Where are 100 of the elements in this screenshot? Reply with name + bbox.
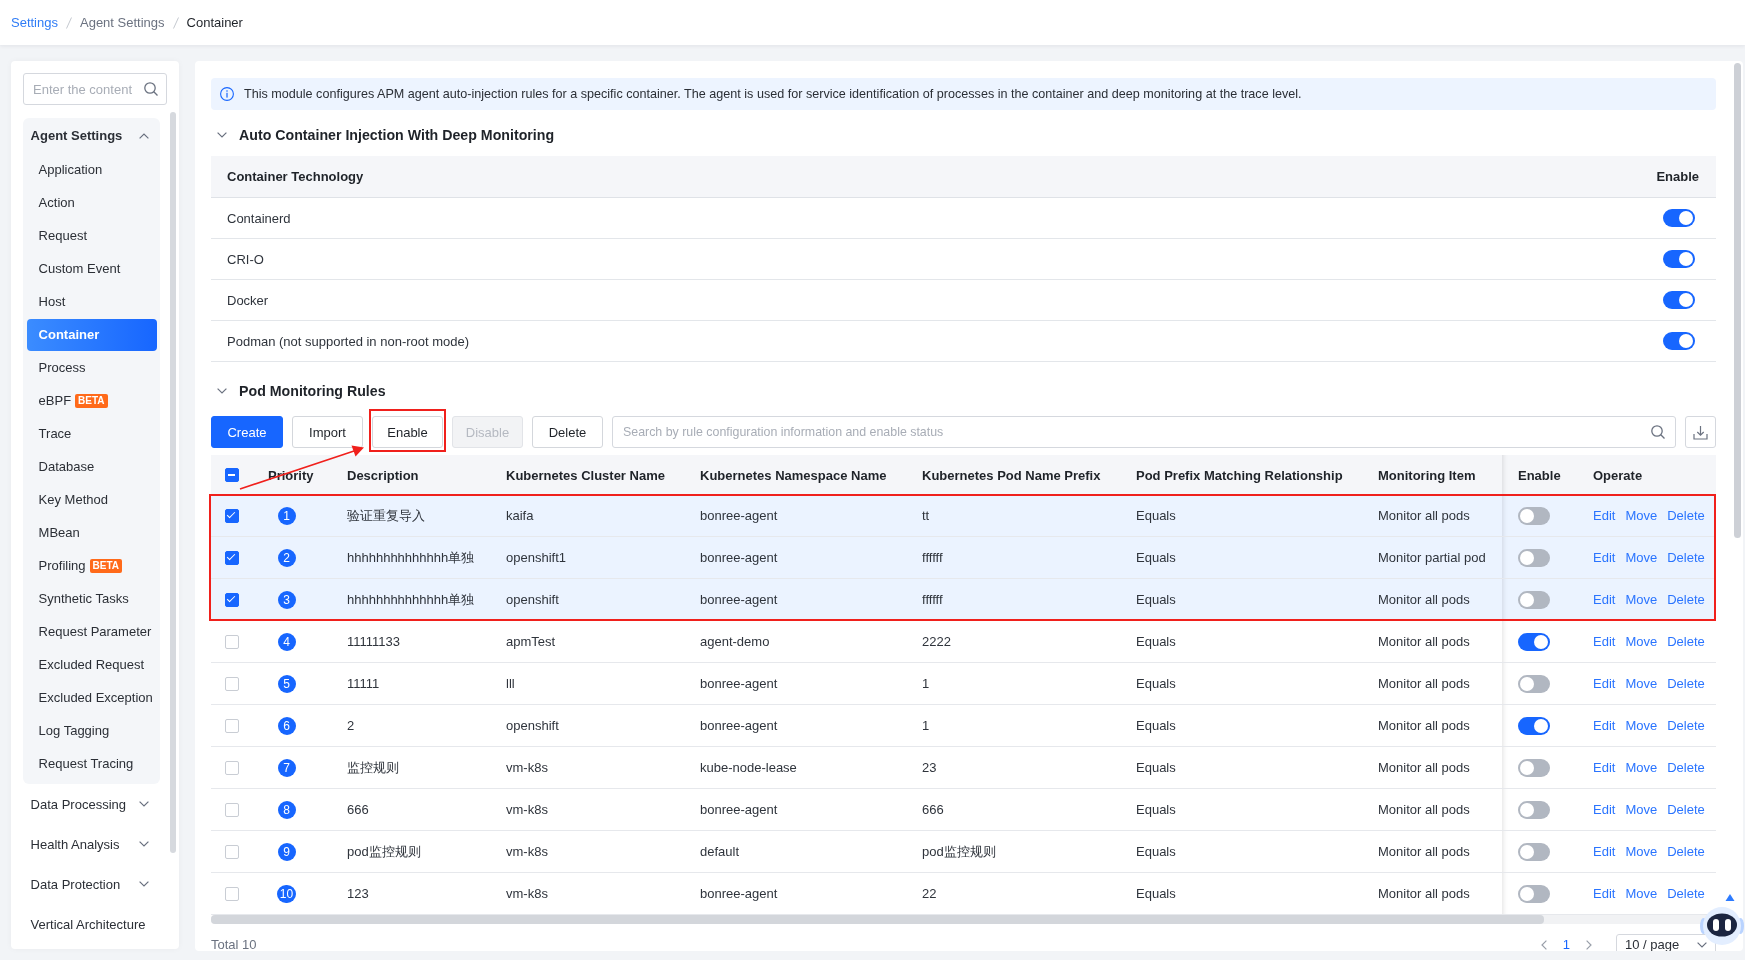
delete-link[interactable]: Delete <box>1667 550 1705 565</box>
chevron-left-icon[interactable] <box>1540 939 1547 950</box>
sidebar-item[interactable]: Excluded Request <box>27 648 157 681</box>
sidebar-group-header[interactable]: Health Analysis <box>23 824 160 864</box>
sidebar-item[interactable]: Container <box>27 318 157 351</box>
toggle-switch[interactable] <box>1663 332 1695 350</box>
delete-link[interactable]: Delete <box>1667 886 1705 901</box>
page-number[interactable]: 1 <box>1562 937 1570 951</box>
toggle-switch[interactable] <box>1518 590 1550 609</box>
toggle-switch[interactable] <box>1518 758 1550 777</box>
sidebar-group-header[interactable]: Data Processing <box>23 784 160 824</box>
move-link[interactable]: Move <box>1625 550 1658 565</box>
sidebar-item[interactable]: eBPF BETA <box>27 384 157 417</box>
sidebar-item[interactable]: Database <box>27 450 157 483</box>
delete-link[interactable]: Delete <box>1667 676 1705 691</box>
table-cell-text: apmTest <box>505 633 557 651</box>
search-field[interactable]: Enter the content <box>23 73 167 105</box>
row-checkbox[interactable] <box>224 550 239 565</box>
row-checkbox[interactable] <box>224 508 239 523</box>
sidebar-item[interactable]: Log Tagging <box>27 714 157 747</box>
create-button[interactable]: Create <box>211 416 283 448</box>
scrollbar-thumb[interactable] <box>1734 63 1741 538</box>
sidebar-item[interactable]: Excluded Exception <box>27 681 157 714</box>
delete-link[interactable]: Delete <box>1667 844 1705 859</box>
sidebar-item[interactable]: Synthetic Tasks <box>27 582 157 615</box>
search-icon[interactable] <box>144 82 158 96</box>
delete-link[interactable]: Delete <box>1667 634 1705 649</box>
table-cell-text: Equals <box>1135 717 1177 735</box>
toggle-switch[interactable] <box>1518 884 1550 903</box>
sidebar-item[interactable]: Vertical Architecture <box>23 904 160 944</box>
breadcrumb-link[interactable]: Settings <box>11 15 58 30</box>
toggle-switch[interactable] <box>1518 506 1550 525</box>
sidebar-item[interactable]: Request Parameter <box>27 615 157 648</box>
row-checkbox[interactable] <box>224 592 239 607</box>
sidebar-item[interactable]: Host <box>27 285 157 318</box>
move-link[interactable]: Move <box>1625 676 1658 691</box>
delete-link[interactable]: Delete <box>1667 760 1705 775</box>
table-cell-text: 11111 <box>346 675 381 693</box>
search-field[interactable]: Search by rule configuration information and enable status <box>612 416 1676 448</box>
scrollbar-thumb[interactable] <box>170 112 176 853</box>
sidebar-group-header[interactable]: Agent Settings <box>27 118 157 153</box>
delete-button[interactable]: Delete <box>532 416 603 448</box>
toggle-switch[interactable] <box>1663 291 1695 309</box>
search-icon[interactable] <box>1651 425 1665 439</box>
edit-link[interactable]: Edit <box>1593 802 1616 817</box>
toggle-switch[interactable] <box>1518 716 1550 735</box>
edit-link[interactable]: Edit <box>1593 634 1616 649</box>
edit-link[interactable]: Edit <box>1593 718 1616 733</box>
table-cell-text: Equals <box>1135 801 1177 819</box>
toggle-switch[interactable] <box>1518 548 1550 567</box>
delete-link[interactable]: Delete <box>1667 718 1705 733</box>
edit-link[interactable]: Edit <box>1593 760 1616 775</box>
scrollbar-thumb[interactable] <box>211 915 1544 924</box>
chevron-right-icon[interactable] <box>1586 939 1592 950</box>
sidebar-item[interactable]: Process <box>27 351 157 384</box>
move-link[interactable]: Move <box>1625 508 1658 523</box>
sidebar-item[interactable]: Application <box>27 153 157 186</box>
sidebar-item[interactable]: Request Tracing <box>27 747 157 780</box>
import-button[interactable]: Import <box>292 416 363 448</box>
sidebar-item[interactable]: Request <box>27 219 157 252</box>
delete-link[interactable]: Delete <box>1667 802 1705 817</box>
edit-link[interactable]: Edit <box>1593 886 1616 901</box>
move-link[interactable]: Move <box>1625 634 1658 649</box>
edit-link[interactable]: Edit <box>1593 550 1616 565</box>
edit-link[interactable]: Edit <box>1593 844 1616 859</box>
sidebar-item[interactable]: MBean <box>27 516 157 549</box>
table-cell-text: Monitor all pods <box>1377 717 1471 735</box>
sidebar-item[interactable]: Action <box>27 186 157 219</box>
sidebar-item[interactable]: Profiling BETA <box>27 549 157 582</box>
delete-link[interactable]: Delete <box>1667 508 1705 523</box>
edit-link[interactable]: Edit <box>1593 676 1616 691</box>
toggle-switch[interactable] <box>1663 209 1695 227</box>
table-cell-text: bonree-agent <box>699 549 779 567</box>
toggle-switch[interactable] <box>1663 250 1695 268</box>
sidebar-item[interactable]: Key Method <box>27 483 157 516</box>
move-link[interactable]: Move <box>1625 802 1658 817</box>
edit-link[interactable]: Edit <box>1593 508 1616 523</box>
move-link[interactable]: Move <box>1625 718 1658 733</box>
toggle-switch[interactable] <box>1518 674 1550 693</box>
delete-link[interactable]: Delete <box>1667 592 1705 607</box>
move-link[interactable]: Move <box>1625 592 1658 607</box>
sidebar-item[interactable]: Trace <box>27 417 157 450</box>
table-cell-text: vm-k8s <box>505 801 549 819</box>
enable-button[interactable]: Enable <box>372 416 443 448</box>
breadcrumb-link[interactable]: Agent Settings <box>80 15 165 30</box>
select-all-checkbox[interactable] <box>224 468 239 482</box>
download-button[interactable] <box>1685 416 1716 448</box>
chevron-down-icon[interactable] <box>217 132 227 138</box>
toggle-switch[interactable] <box>1518 842 1550 861</box>
move-link[interactable]: Move <box>1625 844 1658 859</box>
sidebar-group-header[interactable]: Data Protection <box>23 864 160 904</box>
toggle-switch[interactable] <box>1518 800 1550 819</box>
move-link[interactable]: Move <box>1625 760 1658 775</box>
chevron-down-icon[interactable] <box>217 388 227 394</box>
table-cell-text: bonree-agent <box>699 717 779 735</box>
sidebar-item[interactable]: Custom Event <box>27 252 157 285</box>
edit-link[interactable]: Edit <box>1593 592 1616 607</box>
move-link[interactable]: Move <box>1625 886 1658 901</box>
table-cell-text: Equals <box>1135 633 1177 651</box>
toggle-switch[interactable] <box>1518 632 1550 651</box>
